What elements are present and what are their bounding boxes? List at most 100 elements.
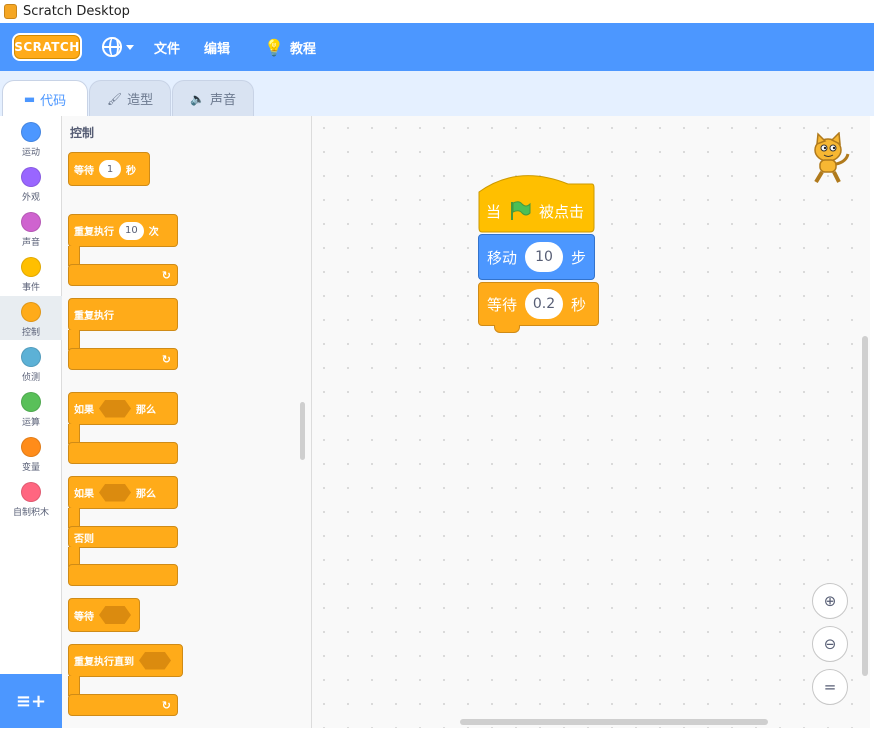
zoom-out-icon: ⊖ [823,635,837,653]
control-dot-icon [21,302,41,322]
category-label: 运动 [21,148,40,158]
zoom-in-button[interactable]: ⊕ [812,583,848,619]
category-label: 自制积木 [12,508,49,518]
block-repeat-footer: ↻ [68,264,178,286]
script-horizontal-scrollbar[interactable] [460,719,768,725]
category-sensing[interactable]: 侦测 [0,341,62,385]
block-text: 步 [571,248,587,267]
boolean-slot[interactable] [139,651,171,670]
category-label: 侦测 [21,373,40,383]
category-variables[interactable]: 变量 [0,431,62,475]
chevron-down-icon [126,44,134,50]
boolean-slot[interactable] [99,483,131,502]
block-arm [68,424,80,444]
scratch-logo[interactable]: SCRATCH [12,33,82,61]
block-text: 等待 [74,611,94,623]
block-input[interactable]: 10 [119,221,144,240]
menubar: SCRATCH 文件 编辑 💡 教程 [0,23,874,71]
block-text: 次 [148,227,159,238]
category-motion[interactable]: 运动 [0,116,62,160]
block-ifelse-footer [68,564,178,586]
block-if-header: 如果 那么 [68,392,178,425]
block-repeat-until-footer: ↻ [68,694,178,716]
block-wait-seconds[interactable]: 等待 1 秒 [68,152,150,186]
tutorials-menu[interactable]: 💡 教程 [264,38,316,57]
loop-arrow-icon: ↻ [161,269,171,282]
block-text: 重复执行 [74,227,114,238]
block-wait-seconds-script[interactable]: 等待 0.2 秒 [478,282,599,326]
editor-tabs: ▬ 代码 🖌 造型 🔈 声音 [0,71,874,117]
category-my-blocks[interactable]: 自制积木 [0,476,62,520]
block-text: 如果 [74,405,94,416]
tutorials-label: 教程 [289,41,316,57]
block-forever[interactable]: 重复执行 ↻ [68,298,178,370]
block-text: 如果 [74,489,94,500]
block-input[interactable]: 1 [99,160,121,178]
block-text: 等待 [487,295,518,314]
block-ifelse-header: 如果 那么 [68,476,178,509]
scratch-app-icon [4,4,17,19]
palette-scrollbar[interactable] [300,402,305,460]
block-when-flag-clicked[interactable]: 当 被点击 [478,190,595,232]
category-label: 控制 [21,328,40,338]
block-wait-until[interactable]: 等待 [68,598,140,632]
block-bottom-notch [494,325,520,333]
block-input[interactable]: 10 [525,242,564,272]
zoom-out-button[interactable]: ⊖ [812,626,848,662]
tab-sounds-label: 声音 [209,93,236,108]
zoom-reset-icon: = [823,678,837,696]
block-text: 重复执行 [74,311,114,322]
category-sound[interactable]: 声音 [0,206,62,250]
code-icon: ▬ [23,92,36,106]
brush-icon: 🖌 [106,91,123,106]
block-if-else[interactable]: 如果 那么 否则 [68,476,178,588]
category-menu: 运动 外观 声音 事件 控制 侦测 运算 变量 自制积木 [0,116,62,728]
block-move-steps[interactable]: 移动 10 步 [478,234,595,280]
category-label: 运算 [21,418,40,428]
block-repeat-until[interactable]: 重复执行直到 ↻ [68,644,183,716]
category-operators[interactable]: 运算 [0,386,62,430]
tab-code[interactable]: ▬ 代码 [2,80,88,117]
category-label: 变量 [21,463,40,473]
tab-costumes[interactable]: 🖌 造型 [89,80,171,116]
tab-sounds[interactable]: 🔈 声音 [172,80,254,116]
block-arm [68,330,80,350]
block-repeat[interactable]: 重复执行 10 次 ↻ [68,214,178,286]
category-label: 声音 [21,238,40,248]
looks-dot-icon [21,167,41,187]
category-looks[interactable]: 外观 [0,161,62,205]
block-arm [68,508,80,528]
edit-menu[interactable]: 编辑 [204,38,230,57]
block-text: 移动 [487,248,518,267]
category-events[interactable]: 事件 [0,251,62,295]
palette-section-title: 控制 [70,126,95,140]
script-vertical-scrollbar[interactable] [862,336,868,676]
window-title: Scratch Desktop [23,4,130,19]
add-extension-button[interactable]: ≡+ [0,674,62,728]
variables-dot-icon [21,437,41,457]
tab-costumes-label: 造型 [127,93,154,108]
block-if-footer [68,442,178,464]
category-control[interactable]: 控制 [0,296,62,340]
block-else-label: 否则 [68,526,178,548]
block-repeat-header: 重复执行 10 次 [68,214,178,247]
block-arm [68,246,80,266]
block-input[interactable]: 0.2 [525,289,564,319]
zoom-reset-button[interactable]: = [812,669,848,705]
add-extension-icon: ≡+ [15,690,47,712]
block-repeat-until-header: 重复执行直到 [68,644,183,677]
block-forever-header: 重复执行 [68,298,178,331]
tab-code-label: 代码 [40,93,67,109]
block-text: 那么 [136,405,156,416]
loop-arrow-icon: ↻ [161,353,171,366]
category-label: 外观 [21,193,40,203]
file-menu[interactable]: 文件 [154,38,180,57]
zoom-in-icon: ⊕ [823,592,837,610]
boolean-slot[interactable] [99,399,131,418]
globe-icon [102,37,122,57]
category-label: 事件 [21,283,40,293]
language-menu[interactable] [102,37,134,57]
boolean-slot[interactable] [99,606,131,624]
block-if-then[interactable]: 如果 那么 [68,392,178,464]
sound-dot-icon [21,212,41,232]
